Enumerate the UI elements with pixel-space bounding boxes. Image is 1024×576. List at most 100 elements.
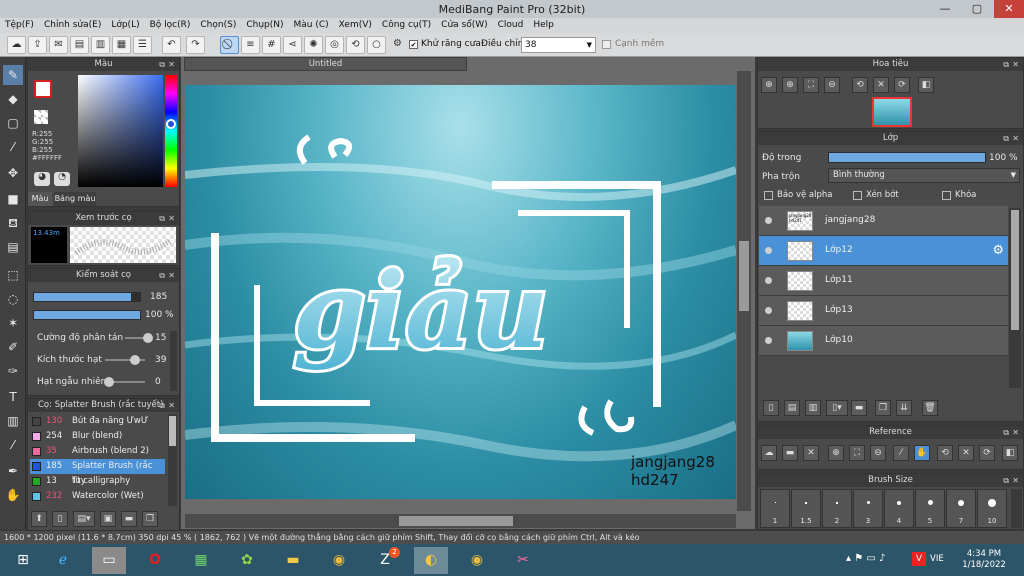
layer-row-selected[interactable]: Lớp12 ⚙ xyxy=(759,236,1008,266)
undock-icon[interactable]: ⧉ xyxy=(159,212,165,225)
eyedropper2-tool-icon[interactable]: ✒ xyxy=(3,461,23,481)
ie-browser-icon[interactable]: ℯ xyxy=(46,547,80,574)
new-8bit-layer-icon[interactable]: ▥ xyxy=(805,400,821,416)
size-cell[interactable]: 1.5 xyxy=(791,489,821,528)
layer-opacity-track[interactable] xyxy=(828,152,986,163)
drawing-canvas[interactable]: giảu jangjang28 hd247 xyxy=(185,85,736,499)
zoom-in-icon[interactable]: ⊕ xyxy=(828,445,844,461)
blend-mode-dropdown[interactable]: Bình thường ▼ xyxy=(828,168,1020,183)
rectangle-tool-icon[interactable]: ▢ xyxy=(3,113,23,133)
scroll-thumb[interactable] xyxy=(1011,210,1019,330)
menu-view[interactable]: Xem(V) xyxy=(334,18,377,30)
circle-snap-icon[interactable]: ◎ xyxy=(325,36,344,54)
select-eraser-tool-icon[interactable]: ✑ xyxy=(3,361,23,381)
undock-icon[interactable]: ⧉ xyxy=(1003,474,1009,487)
rotate-left-icon[interactable]: ⟲ xyxy=(937,445,953,461)
hand-icon[interactable]: ✋ xyxy=(914,445,930,461)
eye-icon[interactable] xyxy=(765,277,772,284)
close-icon[interactable]: ✕ xyxy=(168,212,175,225)
size-cell[interactable]: 2 xyxy=(822,489,852,528)
text-tool-icon[interactable]: T xyxy=(3,387,23,407)
undock-icon[interactable]: ⧉ xyxy=(159,399,165,412)
horizontal-scrollbar[interactable] xyxy=(185,514,736,528)
document-icon[interactable]: ▥ xyxy=(91,36,110,54)
new-brush-icon[interactable]: ▯ xyxy=(52,511,68,527)
brush-list-scrollbar[interactable] xyxy=(168,414,177,506)
param-slider[interactable] xyxy=(104,377,145,387)
close-icon[interactable]: ✕ xyxy=(1012,426,1019,439)
undock-icon[interactable]: ⧉ xyxy=(1003,58,1009,71)
language-indicator[interactable]: VIE xyxy=(930,554,944,564)
size-cell[interactable]: 7 xyxy=(946,489,976,528)
eye-icon[interactable] xyxy=(765,247,772,254)
ring-snap-icon[interactable]: ○ xyxy=(367,36,386,54)
layer-row[interactable]: Lớp10 xyxy=(759,326,1008,356)
params-scrollbar[interactable] xyxy=(170,331,177,391)
minimize-button[interactable]: — xyxy=(930,0,960,18)
layer-row[interactable]: jangjang28 hd247 jangjang28 xyxy=(759,206,1008,236)
grid-icon[interactable]: ▦ xyxy=(112,36,131,54)
clipping-checkbox[interactable] xyxy=(853,191,862,200)
reference-open-icon[interactable]: ▬ xyxy=(782,445,798,461)
menu-cloud[interactable]: Cloud xyxy=(493,18,529,30)
protect-alpha-checkbox[interactable] xyxy=(764,191,773,200)
bucket-tool-icon[interactable]: ⛾ xyxy=(3,213,23,233)
comment-icon[interactable]: ✉ xyxy=(49,36,68,54)
medibang-icon[interactable]: ◐ xyxy=(414,547,448,574)
windows-start-icon[interactable]: ⊞ xyxy=(6,547,40,574)
param-handle[interactable] xyxy=(104,377,114,387)
hue-slider[interactable] xyxy=(165,75,177,187)
copy-icon[interactable]: ❐ xyxy=(142,511,158,527)
fit-icon[interactable]: ⛶ xyxy=(849,445,865,461)
saturation-value-picker[interactable] xyxy=(78,75,163,187)
layer-row[interactable]: Lớp11 xyxy=(759,266,1008,296)
brush-item[interactable]: 254 Blur (blend) xyxy=(30,429,165,444)
flip-icon[interactable]: ◧ xyxy=(1002,445,1018,461)
eyedropper-icon[interactable]: ⁄ xyxy=(893,445,909,461)
menu-select[interactable]: Chọn(S) xyxy=(195,18,241,30)
param-handle[interactable] xyxy=(143,333,154,343)
eraser-tool-icon[interactable]: ◆ xyxy=(3,89,23,109)
store-icon[interactable]: ▦ xyxy=(184,547,218,574)
transparent-swatch[interactable] xyxy=(34,110,48,124)
canvas-tab[interactable]: Untitled xyxy=(184,57,467,71)
rotate-left-icon[interactable]: ⟲ xyxy=(852,77,868,93)
app-icon[interactable]: ✿ xyxy=(230,547,264,574)
foreground-color-swatch[interactable] xyxy=(34,80,52,98)
v-tray-icon[interactable]: V xyxy=(912,552,926,566)
chrome-profile-icon[interactable]: ◉ xyxy=(460,547,494,574)
cross-snap-icon[interactable]: # xyxy=(262,36,281,54)
clock[interactable]: 4:34 PM 1/18/2022 xyxy=(956,549,1012,571)
select-pen-tool-icon[interactable]: ✐ xyxy=(3,337,23,357)
chrome-icon[interactable]: ◉ xyxy=(322,547,356,574)
folder-icon[interactable]: ▬ xyxy=(851,400,867,416)
eye-icon[interactable] xyxy=(765,337,772,344)
menu-snap[interactable]: Chụp(N) xyxy=(241,18,288,30)
parallel-snap-icon[interactable]: ≡ xyxy=(241,36,260,54)
desktop-thumb-icon[interactable]: ▭ xyxy=(92,547,126,574)
hue-handle[interactable] xyxy=(166,119,176,129)
close-icon[interactable]: ✕ xyxy=(168,269,175,282)
gear-icon[interactable]: ⚙ xyxy=(388,36,407,54)
select-tool-icon[interactable]: ⬚ xyxy=(3,265,23,285)
divide-tool-icon[interactable]: ▥ xyxy=(3,411,23,431)
tray-icons[interactable]: ▴ ⚑ ▭ ♪ xyxy=(846,553,885,564)
lasso-tool-icon[interactable]: ◌ xyxy=(3,289,23,309)
menu-layer[interactable]: Lớp(L) xyxy=(106,18,144,30)
folder-icon[interactable]: ▬ xyxy=(121,511,137,527)
soft-edge-checkbox[interactable] xyxy=(602,40,611,49)
cloud-icon[interactable]: ☁ xyxy=(7,36,26,54)
flip-icon[interactable]: ◧ xyxy=(918,77,934,93)
zalo-icon[interactable]: Z2 xyxy=(368,547,402,574)
tab-color[interactable]: Màu xyxy=(28,192,52,206)
menu-color[interactable]: Màu (C) xyxy=(289,18,334,30)
add-brush-icon[interactable]: ⬆ xyxy=(31,511,47,527)
size-cell[interactable]: 5 xyxy=(915,489,945,528)
brush-item[interactable]: 35 Airbrush (blend 2) xyxy=(30,444,165,459)
close-icon[interactable]: ✕ xyxy=(168,58,175,71)
picker-icon[interactable]: ◔ xyxy=(54,172,70,186)
close-icon[interactable]: ✕ xyxy=(168,399,175,412)
reference-cloud-icon[interactable]: ☁ xyxy=(761,445,777,461)
layer-scrollbar[interactable] xyxy=(1009,208,1021,388)
magic-wand-tool-icon[interactable]: ✶ xyxy=(3,313,23,333)
